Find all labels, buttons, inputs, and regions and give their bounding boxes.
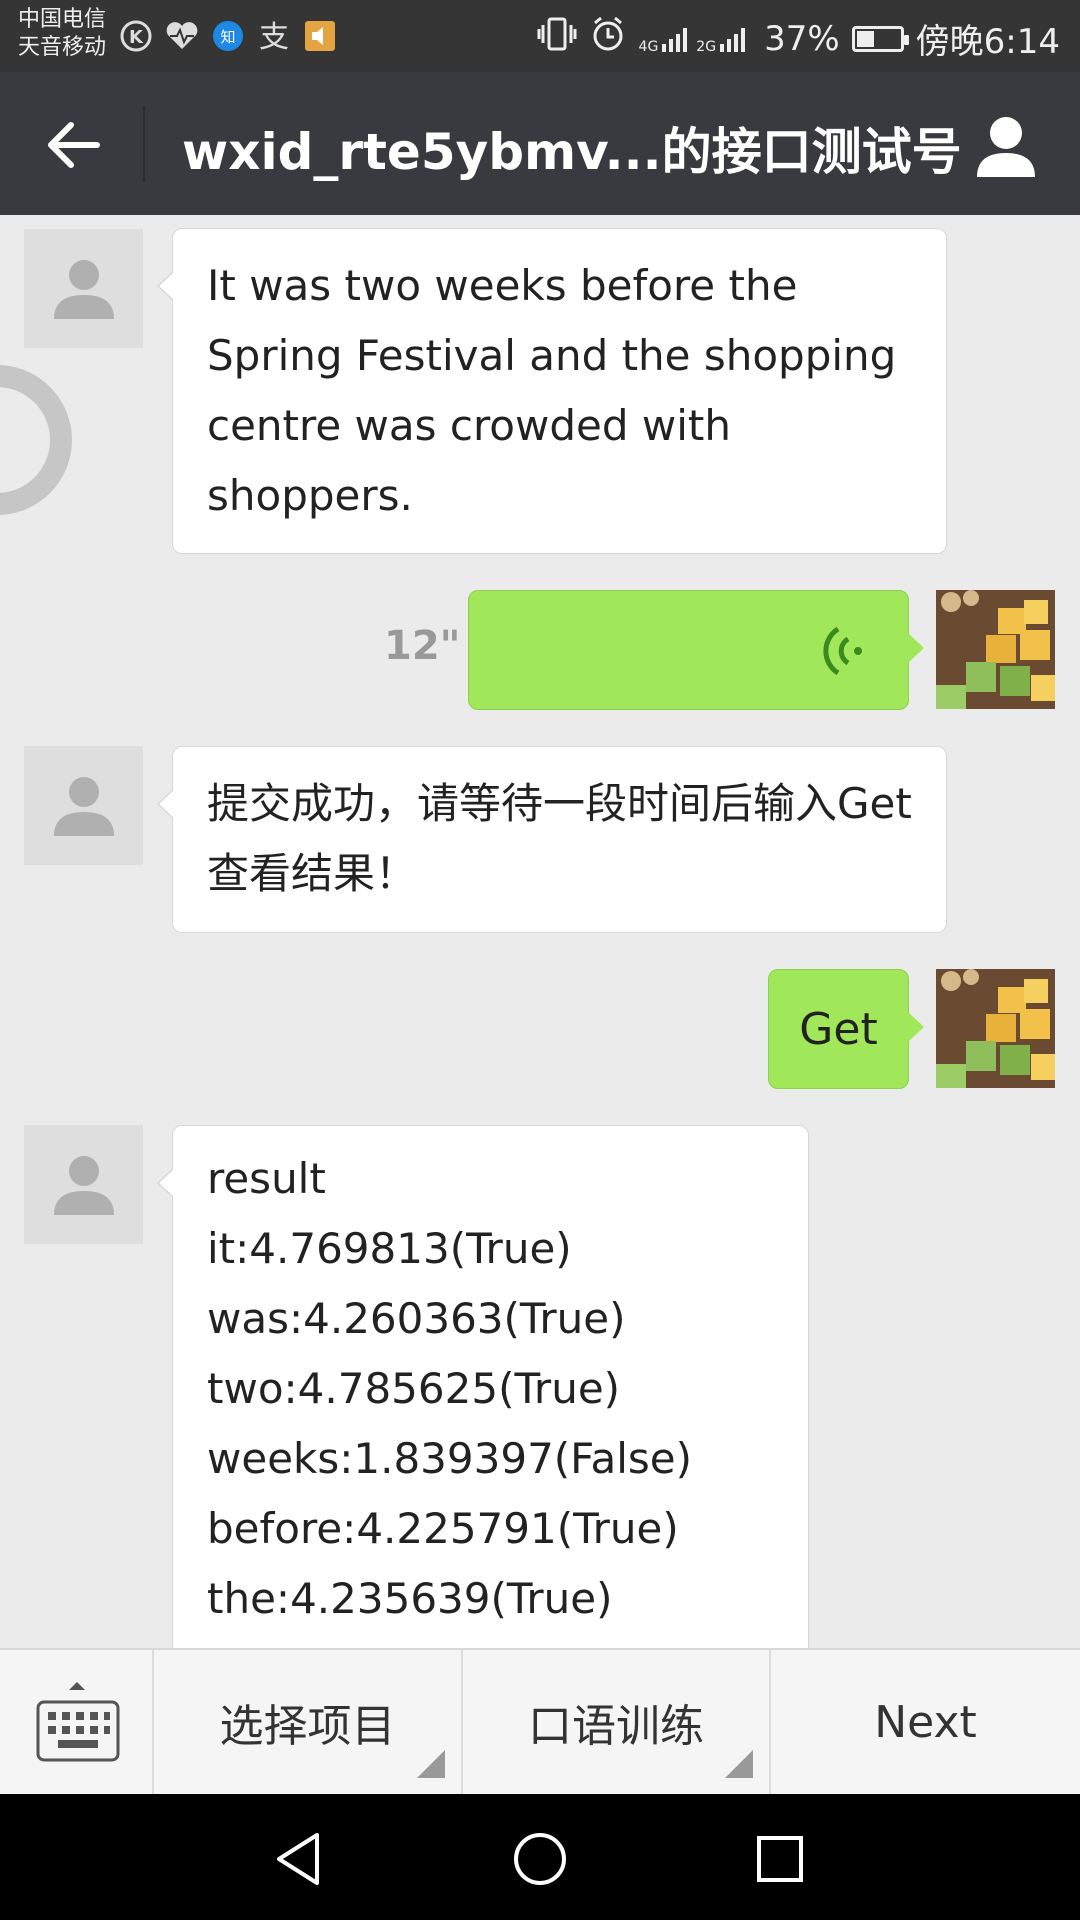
title-bar: wxid_rte5ybmv...的接口测试号: [0, 72, 1080, 215]
menu-next[interactable]: Next: [771, 1650, 1080, 1794]
back-button[interactable]: [30, 102, 116, 188]
menu-label: 选择项目: [219, 1701, 396, 1752]
my-avatar[interactable]: [936, 969, 1055, 1088]
chat-area[interactable]: It was two weeks before the Spring Festi…: [0, 215, 1080, 1648]
message-text: 提交成功，请等待一段时间后输入Get 查看结果！: [207, 779, 912, 898]
message-text: Get: [799, 1003, 878, 1055]
carrier-line-1: 中国电信: [18, 7, 107, 32]
heart-rate-icon: [164, 18, 200, 54]
notification-icons: K 知 支: [118, 18, 338, 54]
network-type-2: 2G: [696, 38, 717, 55]
voice-duration: 12": [384, 623, 461, 669]
speaker-app-icon: [302, 18, 338, 54]
network-type-1: 4G: [638, 38, 659, 55]
alarm-icon: [589, 15, 627, 62]
chat-info-button[interactable]: [966, 106, 1046, 186]
submenu-indicator-icon: [417, 1750, 445, 1778]
battery-fill: [856, 30, 874, 47]
status-bar: 中国电信 天音移动 K 知 支 4G 2G 37% 傍晚6:14: [0, 0, 1080, 72]
message-bubble-sent[interactable]: Get: [768, 969, 924, 1089]
submenu-indicator-icon: [725, 1750, 753, 1778]
result-line: weeks:1.839397(False): [207, 1434, 692, 1483]
signal-icon: 4G 2G: [639, 24, 753, 54]
custom-menu-bar: 选择项目 口语训练 Next: [0, 1648, 1080, 1794]
alipay-icon: 支: [256, 18, 292, 54]
svg-text:支: 支: [259, 20, 289, 53]
clock: 傍晚6:14: [915, 22, 1060, 62]
arrow-left-icon: [48, 122, 100, 168]
nav-recents-button[interactable]: [745, 1824, 815, 1894]
system-status: 4G 2G 37% 傍晚6:14: [537, 14, 1060, 63]
system-nav-bar: [0, 1794, 1080, 1920]
k-icon: K: [118, 18, 154, 54]
my-avatar[interactable]: [936, 590, 1055, 709]
nav-home-button[interactable]: [505, 1824, 575, 1894]
cheese-photo-icon: [936, 590, 1055, 709]
result-line: the:4.235639(True): [207, 1574, 613, 1623]
menu-speaking-practice[interactable]: 口语训练: [463, 1650, 771, 1794]
page-title: wxid_rte5ybmv...的接口测试号: [182, 123, 962, 181]
menu-label: Next: [874, 1696, 977, 1748]
voice-message-bubble[interactable]: [468, 590, 924, 710]
svg-text:K: K: [129, 27, 144, 48]
carrier-label: 中国电信 天音移动: [18, 6, 106, 62]
cheese-photo-icon: [936, 969, 1055, 1088]
result-message-bubble[interactable]: result it:4.769813(True) was:4.260363(Tr…: [157, 1125, 809, 1648]
menu-select-project[interactable]: 选择项目: [154, 1650, 463, 1794]
back-triangle-icon: [277, 1833, 319, 1885]
battery-icon: [851, 25, 909, 52]
title-divider: [143, 106, 145, 182]
zhihu-icon: 知: [210, 18, 246, 54]
carrier-line-2: 天音移动: [18, 35, 107, 60]
home-circle-icon: [514, 1833, 566, 1885]
result-line: before:4.225791(True): [207, 1504, 679, 1553]
default-avatar-icon: [53, 259, 114, 319]
default-avatar-icon: [53, 1155, 114, 1215]
svg-text:知: 知: [220, 28, 235, 46]
keyboard-icon: [36, 1682, 120, 1762]
contact-avatar[interactable]: [24, 1125, 143, 1244]
nav-back-button[interactable]: [264, 1824, 334, 1894]
menu-label: 口语训练: [528, 1701, 704, 1752]
battery-percent: 37%: [764, 18, 840, 59]
loading-ring: [0, 365, 72, 515]
keyboard-toggle-button[interactable]: [0, 1650, 154, 1794]
voice-wave-icon: [823, 626, 862, 676]
recents-square-icon: [757, 1836, 803, 1882]
result-line: two:4.785625(True): [207, 1364, 621, 1413]
contact-avatar[interactable]: [24, 229, 143, 348]
contact-avatar[interactable]: [24, 746, 143, 865]
default-avatar-icon: [53, 776, 114, 836]
person-icon: [977, 117, 1035, 177]
message-text: It was two weeks before the Spring Festi…: [207, 261, 897, 520]
result-line: was:4.260363(True): [207, 1294, 626, 1343]
message-bubble-received[interactable]: 提交成功，请等待一段时间后输入Get 查看结果！: [157, 746, 947, 933]
message-bubble-received[interactable]: It was two weeks before the Spring Festi…: [157, 228, 947, 554]
vibrate-icon: [537, 15, 577, 62]
result-line: result: [207, 1154, 326, 1203]
result-line: it:4.769813(True): [207, 1224, 572, 1273]
